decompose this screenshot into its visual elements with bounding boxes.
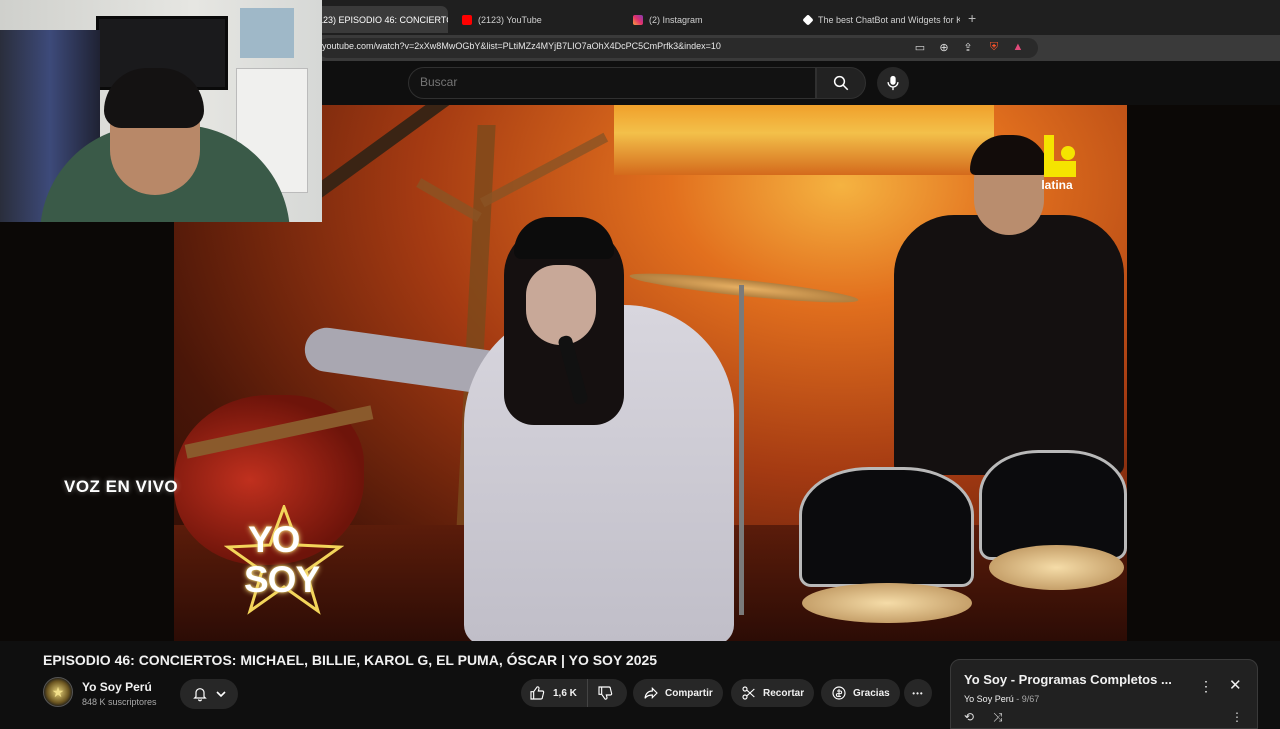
yo-soy-logo-yo: YO: [248, 519, 300, 560]
tab-chatbot[interactable]: The best ChatBot and Widgets for Ki: [794, 6, 960, 33]
yo-soy-logo-soy: SOY: [244, 559, 320, 600]
tab-active-episode[interactable]: (2123) EPISODIO 46: CONCIERTOS ✕: [300, 6, 448, 33]
scissors-icon: [742, 686, 755, 700]
rewards-icon[interactable]: ▲: [1010, 39, 1026, 55]
more-horizontal-icon: •••: [912, 688, 924, 698]
search-button[interactable]: [816, 67, 866, 99]
brave-shield-icon[interactable]: ⛨: [986, 39, 1002, 55]
drummer-body: [894, 215, 1124, 475]
channel-name[interactable]: Yo Soy Perú: [82, 680, 152, 694]
super-thanks-icon: [832, 686, 846, 700]
close-icon[interactable]: ✕: [1229, 676, 1242, 694]
tom-drum: [799, 467, 974, 587]
playlist-kebab-icon[interactable]: ⋮: [1231, 710, 1243, 724]
instagram-favicon-icon: [633, 14, 643, 25]
video-branch: [479, 132, 609, 208]
thumbs-down-icon: [598, 686, 613, 700]
singer-face: [526, 265, 596, 345]
cast-icon[interactable]: ▭: [912, 39, 928, 55]
singer-cap: [514, 217, 614, 259]
chevron-down-icon: [215, 691, 226, 698]
share-label: Compartir: [665, 687, 713, 699]
tab-label: (2123) EPISODIO 46: CONCIERTOS: [310, 14, 448, 25]
video-branch: [416, 178, 482, 222]
share-icon: [644, 686, 658, 700]
clip-button[interactable]: Recortar: [731, 679, 815, 707]
search-input[interactable]: [420, 75, 800, 89]
loop-icon[interactable]: ⟲: [964, 710, 974, 724]
webcam-overlay: [0, 0, 322, 222]
tab-instagram[interactable]: (2) Instagram: [623, 6, 793, 33]
drum-head: [802, 583, 972, 623]
thumbs-up-icon: [530, 686, 545, 700]
channel-avatar[interactable]: ★: [43, 677, 73, 707]
playlist-channel[interactable]: Yo Soy Perú: [964, 694, 1014, 704]
voice-search-button[interactable]: [877, 67, 909, 99]
drum-head: [989, 545, 1124, 590]
thanks-label: Gracias: [853, 687, 890, 699]
star-icon: ★: [51, 683, 65, 700]
tab-label: (2123) YouTube: [478, 14, 542, 25]
tab-label: The best ChatBot and Widgets for Ki: [818, 14, 960, 25]
subscriber-count: 848 K suscriptores: [82, 697, 157, 707]
playlist-position: 9/67: [1021, 694, 1040, 704]
shuffle-icon[interactable]: ⤨: [993, 710, 1003, 725]
more-actions-button[interactable]: •••: [904, 679, 932, 707]
dislike-button[interactable]: [588, 679, 622, 707]
zoom-icon[interactable]: ⊕: [936, 39, 952, 55]
voz-en-vivo-overlay: VOZ EN VIVO: [64, 477, 179, 496]
search-icon: [833, 75, 849, 91]
floor-tom-drum: [979, 450, 1127, 560]
tab-youtube[interactable]: (2123) YouTube: [452, 6, 622, 33]
playlist-title[interactable]: Yo Soy - Programas Completos ...: [964, 672, 1172, 687]
latina-mark-icon: [1044, 135, 1076, 177]
share-button[interactable]: Compartir: [633, 679, 723, 707]
playlist-meta: Yo Soy Perú - 9/67: [964, 694, 1039, 704]
clip-label: Recortar: [763, 687, 805, 699]
new-tab-button[interactable]: +: [968, 10, 976, 26]
kebab-menu-icon[interactable]: ⋮: [1199, 678, 1213, 695]
cymbal: [628, 268, 860, 308]
yo-soy-logo: YO SOY: [224, 505, 344, 615]
chatbot-favicon-icon: [802, 13, 814, 26]
like-dislike-group: 1,6 K: [521, 679, 627, 707]
latina-logo-text: latina: [1041, 178, 1073, 192]
share-page-icon[interactable]: ⇪: [960, 39, 976, 55]
video-sky: [614, 105, 994, 175]
bell-icon: [192, 688, 207, 702]
notifications-button[interactable]: [180, 679, 238, 709]
youtube-favicon-icon: [462, 14, 472, 25]
playlist-panel[interactable]: Yo Soy - Programas Completos ... Yo Soy …: [950, 659, 1258, 729]
address-url[interactable]: youtube.com/watch?v=2xXw8MwOGbY&list=PLt…: [322, 41, 721, 51]
like-button[interactable]: 1,6 K: [521, 679, 588, 707]
webcam-shelf: [240, 8, 294, 58]
latina-logo: latina: [1036, 135, 1076, 207]
like-count: 1,6 K: [553, 687, 577, 699]
tab-label: (2) Instagram: [649, 14, 703, 25]
microphone-icon: [887, 75, 899, 91]
cymbal-stand: [739, 285, 744, 615]
thanks-button[interactable]: Gracias: [821, 679, 900, 707]
video-title: EPISODIO 46: CONCIERTOS: MICHAEL, BILLIE…: [43, 652, 658, 668]
